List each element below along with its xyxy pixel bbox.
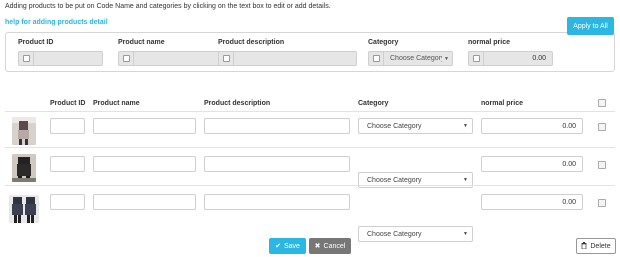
delete-button[interactable]: Delete	[576, 238, 616, 254]
col-header-product-description: Product description	[204, 100, 271, 107]
save-label: Save	[283, 242, 300, 250]
row-divider	[5, 185, 615, 186]
bulk-product-name-checkbox[interactable]	[118, 51, 133, 66]
header-divider	[5, 111, 615, 112]
select-all-checkbox[interactable]	[598, 99, 606, 107]
row-divider	[5, 147, 615, 148]
normal-price-input[interactable]: 0.00	[481, 118, 583, 134]
row-checkbox[interactable]	[598, 123, 606, 131]
product-thumbnail	[12, 117, 36, 145]
bulk-category-value: Choose Category	[390, 55, 442, 62]
help-link[interactable]: help for adding products detail	[5, 19, 108, 26]
category-value: Choose Category	[367, 176, 422, 184]
product-name-input[interactable]	[93, 156, 196, 172]
check-icon: ✔	[275, 243, 281, 250]
bulk-category-select: Choose Category ▼	[383, 51, 453, 66]
bulk-label-category: Category	[368, 39, 399, 46]
bulk-edit-panel: Product ID Product name Product descript…	[5, 32, 615, 72]
col-header-product-id: Product ID	[50, 100, 86, 107]
caret-down-icon: ▼	[463, 231, 468, 237]
product-name-input[interactable]	[93, 194, 196, 210]
bulk-product-name-input	[133, 51, 225, 66]
product-description-input[interactable]	[204, 118, 350, 134]
caret-down-icon: ▼	[444, 56, 449, 62]
bulk-label-product-id: Product ID	[18, 39, 54, 46]
save-button[interactable]: ✔ Save	[269, 238, 306, 254]
bulk-category-checkbox[interactable]	[368, 51, 383, 66]
category-value: Choose Category	[367, 230, 422, 238]
category-select[interactable]: Choose Category ▼	[358, 118, 473, 134]
row-checkbox[interactable]	[598, 199, 606, 207]
col-header-product-name: Product name	[93, 100, 140, 107]
trash-icon	[581, 241, 587, 251]
bulk-label-product-name: Product name	[118, 39, 165, 46]
product-id-input[interactable]	[50, 194, 85, 210]
normal-price-input[interactable]: 0.00	[481, 156, 583, 172]
bulk-label-product-description: Product description	[218, 39, 285, 46]
delete-label: Delete	[590, 242, 611, 250]
apply-to-all-button[interactable]: Apply to All	[567, 17, 614, 35]
normal-price-input[interactable]: 0.00	[481, 194, 583, 210]
intro-text: Adding products to be put on Code Name a…	[5, 3, 331, 10]
x-icon: ✖	[314, 243, 321, 250]
product-description-input[interactable]	[204, 194, 350, 210]
bulk-product-name-group	[118, 51, 225, 66]
bulk-normal-price-input: 0.00	[483, 51, 553, 66]
product-thumbnail	[9, 195, 39, 223]
bulk-normal-price-group: 0.00	[468, 51, 553, 66]
product-description-input[interactable]	[204, 156, 350, 172]
bulk-normal-price-checkbox[interactable]	[468, 51, 483, 66]
product-id-input[interactable]	[50, 118, 85, 134]
cancel-button[interactable]: ✖ Cancel	[309, 238, 351, 254]
product-id-input[interactable]	[50, 156, 85, 172]
bulk-category-group: Choose Category ▼	[368, 51, 453, 66]
row-checkbox[interactable]	[598, 161, 606, 169]
caret-down-icon: ▼	[463, 177, 468, 183]
bulk-product-description-group	[218, 51, 357, 66]
category-value: Choose Category	[367, 122, 422, 130]
bulk-product-id-group	[18, 51, 103, 66]
bulk-product-description-checkbox[interactable]	[218, 51, 233, 66]
bulk-product-description-input	[233, 51, 357, 66]
col-header-category: Category	[358, 100, 389, 107]
bulk-label-normal-price: normal price	[468, 39, 511, 46]
bulk-product-id-checkbox[interactable]	[18, 51, 33, 66]
product-name-input[interactable]	[93, 118, 196, 134]
cancel-label: Cancel	[323, 242, 346, 250]
col-header-normal-price: normal price	[481, 100, 524, 107]
caret-down-icon: ▼	[463, 123, 468, 129]
category-select[interactable]: Choose Category ▼	[358, 226, 473, 242]
bulk-product-id-input	[33, 51, 103, 66]
product-thumbnail	[12, 154, 36, 182]
